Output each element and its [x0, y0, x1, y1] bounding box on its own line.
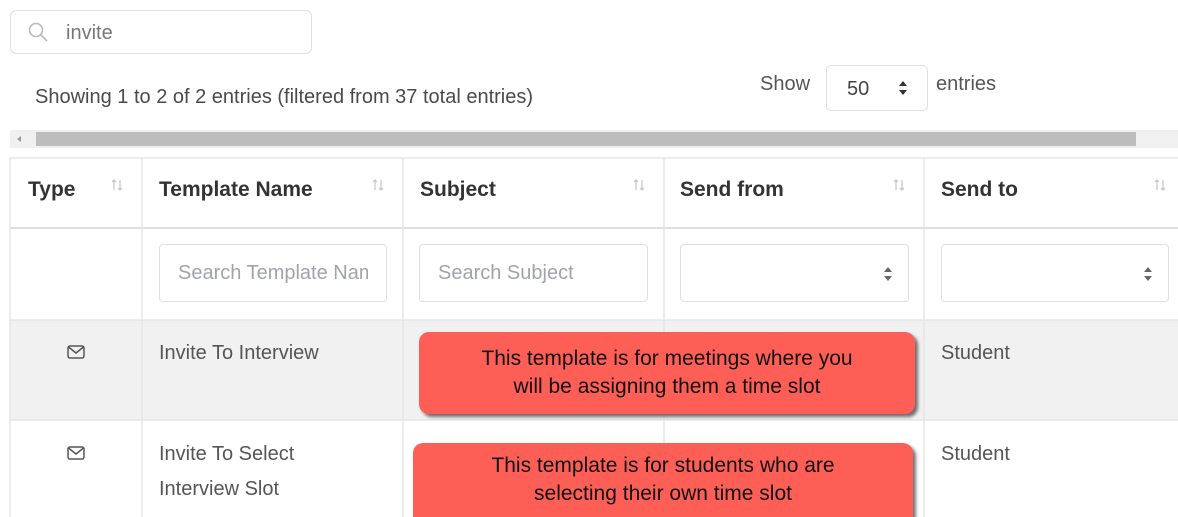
sort-icon[interactable]: [372, 178, 384, 192]
envelope-icon: [67, 345, 85, 359]
scroll-left-arrow-icon[interactable]: [14, 134, 24, 144]
show-label: Show: [760, 73, 811, 95]
template-name-cell-line-2[interactable]: Interview Slot: [159, 472, 279, 506]
global-search-box[interactable]: [10, 10, 312, 54]
annotation-callout-line-2: selecting their own time slot: [534, 482, 792, 505]
send-to-cell: Student: [941, 342, 1010, 364]
template-name-filter-input[interactable]: [159, 244, 387, 302]
scrollbar-thumb[interactable]: [36, 132, 1136, 146]
send-from-filter-select[interactable]: [680, 244, 909, 302]
search-input[interactable]: [66, 19, 296, 47]
select-arrows-icon: [899, 81, 907, 95]
column-header-template-name[interactable]: Template Name: [159, 178, 313, 202]
subject-filter-input[interactable]: [419, 244, 648, 302]
sort-icon[interactable]: [111, 178, 123, 192]
select-arrows-icon: [1144, 267, 1152, 281]
table-info: Showing 1 to 2 of 2 entries (filtered fr…: [35, 86, 534, 108]
horizontal-scrollbar[interactable]: [10, 130, 1178, 148]
sort-icon[interactable]: [893, 178, 905, 192]
annotation-callout: This template is for meetings where you …: [419, 332, 915, 414]
sort-icon[interactable]: [1154, 178, 1166, 192]
template-name-cell[interactable]: Invite To Interview: [159, 336, 319, 370]
envelope-icon: [67, 446, 85, 460]
annotation-callout-line-1: This template is for students who are: [491, 454, 835, 477]
entries-label: entries: [936, 73, 997, 95]
page-length-select[interactable]: 50: [826, 65, 928, 111]
send-to-cell: Student: [941, 443, 1010, 465]
annotation-callout-line-2: will be assigning them a time slot: [513, 375, 821, 398]
send-to-filter-select[interactable]: [941, 244, 1169, 302]
annotation-callout: This template is for students who are se…: [413, 443, 913, 517]
column-header-type[interactable]: Type: [28, 178, 75, 202]
select-arrows-icon: [884, 267, 892, 281]
annotation-callout-line-1: This template is for meetings where you: [481, 347, 853, 370]
column-header-send-from[interactable]: Send from: [680, 178, 784, 202]
column-header-subject[interactable]: Subject: [420, 178, 496, 202]
search-icon: [28, 22, 48, 42]
column-header-send-to[interactable]: Send to: [941, 178, 1018, 202]
sort-icon[interactable]: [633, 178, 645, 192]
template-name-cell-line-1[interactable]: Invite To Select: [159, 437, 294, 471]
page-length-value: 50: [847, 78, 870, 100]
